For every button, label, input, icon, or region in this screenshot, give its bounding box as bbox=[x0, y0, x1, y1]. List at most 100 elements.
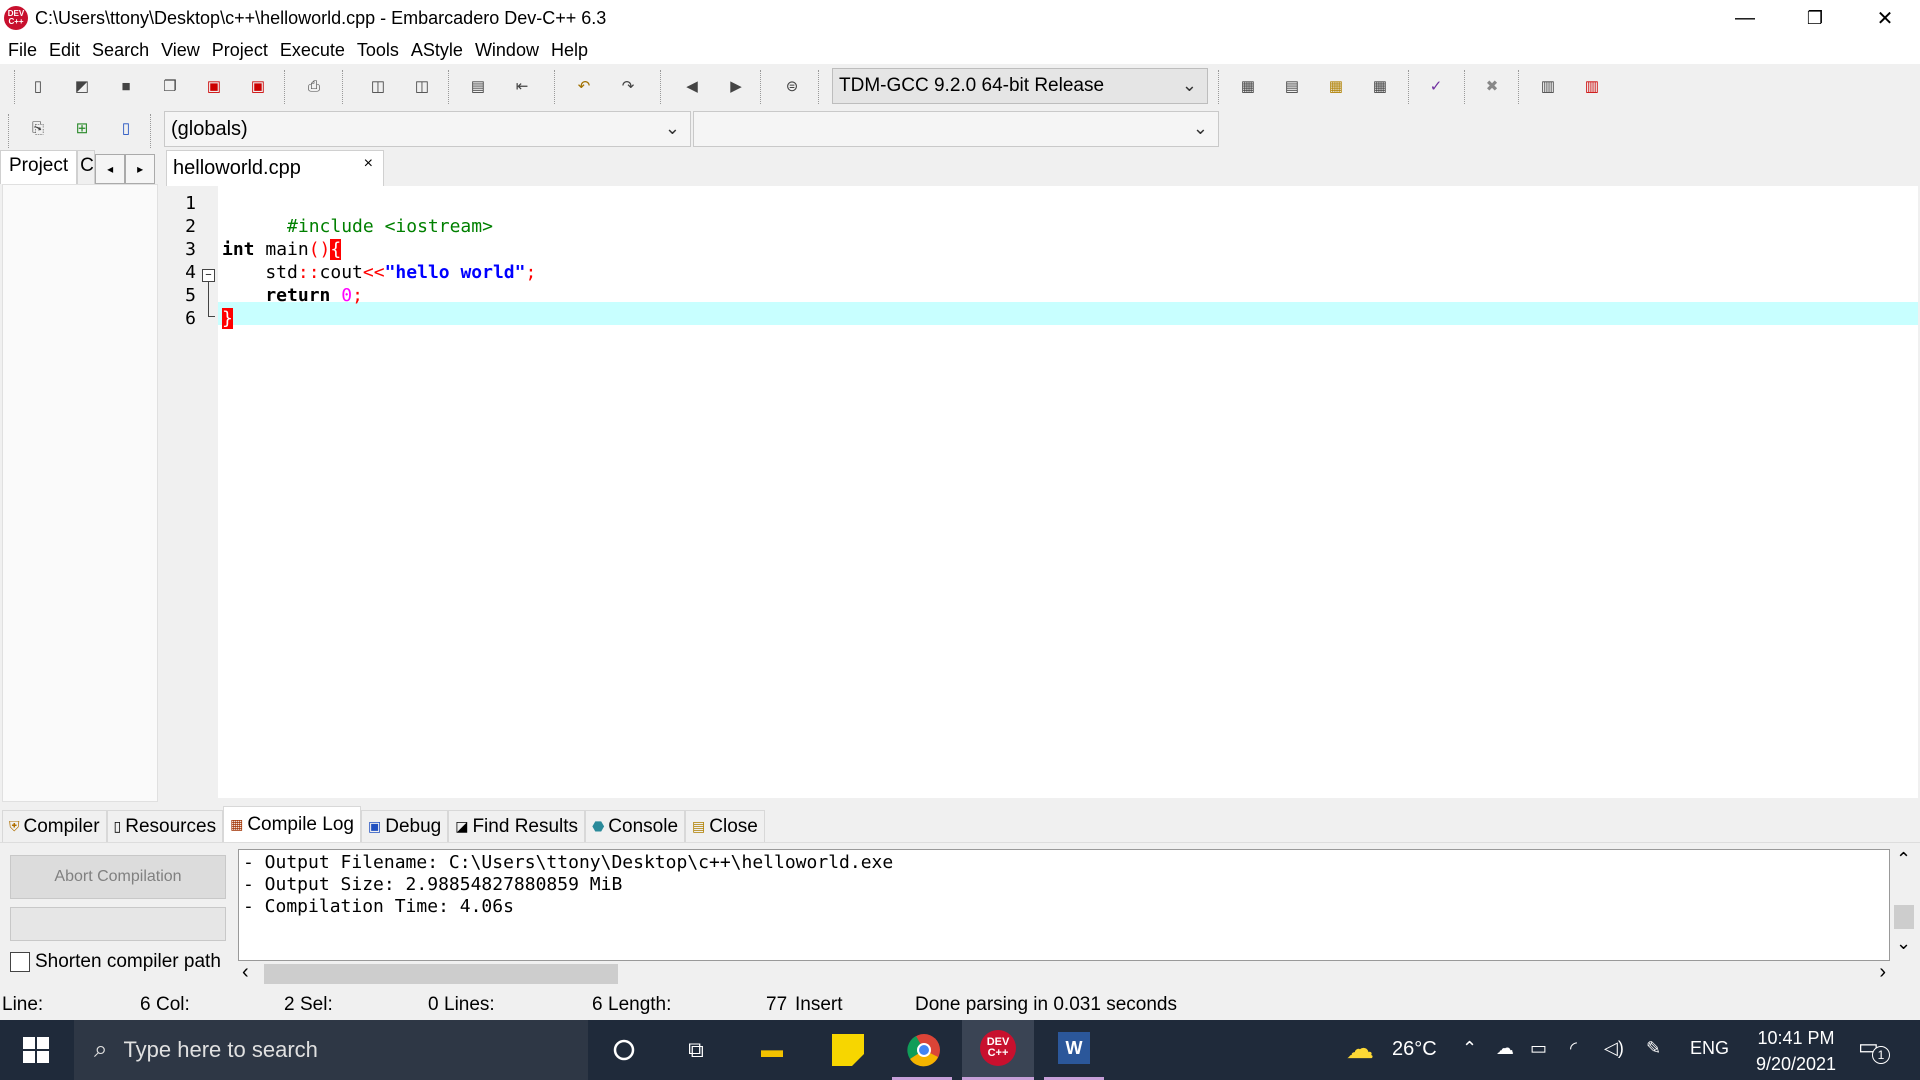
menu-astyle[interactable]: AStyle bbox=[405, 40, 469, 61]
rebuild-all-icon[interactable]: ▦ bbox=[1370, 76, 1390, 96]
compile-log-output[interactable]: - Output Filename: C:\Users\ttony\Deskto… bbox=[238, 849, 1890, 961]
new-project-icon[interactable]: ⎘ bbox=[28, 118, 48, 138]
scroll-down-icon[interactable]: ⌄ bbox=[1896, 933, 1911, 954]
tab-close[interactable]: ▤ Close bbox=[685, 810, 765, 842]
status-sel-label: Sel: bbox=[300, 994, 333, 1015]
save-all-icon[interactable]: ❐ bbox=[160, 76, 180, 96]
replace-icon[interactable]: ◫ bbox=[412, 76, 432, 96]
delete-profile-icon[interactable]: ▥ bbox=[1582, 76, 1602, 96]
find-icon[interactable]: ◫ bbox=[368, 76, 388, 96]
member-select[interactable]: ⌄ bbox=[693, 111, 1219, 147]
new-file-icon[interactable]: ▯ bbox=[28, 76, 48, 96]
tab-next-button[interactable]: ▸ bbox=[125, 154, 156, 184]
goto-line-icon[interactable]: ⊜ bbox=[782, 76, 802, 96]
chrome-icon[interactable] bbox=[904, 1030, 944, 1070]
close-window-button[interactable]: ✕ bbox=[1850, 0, 1920, 36]
taskbar-app-devcpp[interactable]: DEV C++ bbox=[962, 1020, 1034, 1080]
minimize-button[interactable]: — bbox=[1710, 0, 1780, 36]
horizontal-scrollbar[interactable]: ‹ › bbox=[238, 961, 1890, 985]
clock-time[interactable]: 10:41 PM bbox=[1750, 1028, 1842, 1049]
tab-helloworld-cpp[interactable]: helloworld.cpp × bbox=[166, 150, 384, 186]
remove-from-project-icon[interactable]: ▯ bbox=[116, 118, 136, 138]
operator: ; bbox=[525, 262, 537, 283]
close-file-icon[interactable]: ▣ bbox=[204, 76, 224, 96]
scroll-up-icon[interactable]: ⌃ bbox=[1896, 849, 1911, 870]
unindent-icon[interactable]: ⇤ bbox=[512, 76, 532, 96]
code-editor[interactable]: #include <iostream> int main(){ std::cou… bbox=[218, 186, 1918, 798]
tab-label: Compile Log bbox=[247, 813, 354, 835]
abort-compilation-button[interactable]: Abort Compilation bbox=[10, 855, 226, 899]
redo-icon[interactable]: ↷ bbox=[618, 76, 638, 96]
scroll-thumb[interactable] bbox=[1894, 905, 1914, 929]
tab-prev-button[interactable]: ◂ bbox=[95, 154, 126, 184]
vertical-scrollbar[interactable]: ⌃ ⌄ bbox=[1892, 849, 1916, 961]
restore-button[interactable]: ❐ bbox=[1780, 0, 1850, 36]
toolbar-separator bbox=[818, 70, 820, 104]
menu-tools[interactable]: Tools bbox=[351, 40, 405, 61]
tab-compiler[interactable]: ⛨ Compiler bbox=[2, 810, 107, 842]
open-file-icon[interactable]: ◩ bbox=[72, 76, 92, 96]
file-explorer-icon[interactable]: ▬ bbox=[752, 1030, 792, 1070]
fold-collapse-icon[interactable]: − bbox=[202, 269, 215, 282]
tab-find-results[interactable]: ◪ Find Results bbox=[448, 810, 586, 842]
shorten-path-checkbox[interactable] bbox=[10, 952, 30, 972]
close-tab-icon[interactable]: × bbox=[364, 155, 373, 173]
battery-icon[interactable]: ▭ bbox=[1530, 1038, 1547, 1059]
language-indicator[interactable]: ENG bbox=[1690, 1038, 1729, 1059]
print-icon[interactable]: ⎙ bbox=[304, 76, 324, 96]
bookmark-prev-icon[interactable]: ◀ bbox=[682, 76, 702, 96]
menu-search[interactable]: Search bbox=[86, 40, 155, 61]
word-icon[interactable]: W bbox=[1058, 1032, 1090, 1064]
menu-view[interactable]: View bbox=[155, 40, 206, 61]
undo-icon[interactable]: ↶ bbox=[574, 76, 594, 96]
menu-edit[interactable]: Edit bbox=[43, 40, 86, 61]
task-view-icon[interactable]: ⧉ bbox=[676, 1030, 716, 1070]
weather-temperature[interactable]: 26°C bbox=[1392, 1038, 1437, 1061]
shorten-path-option[interactable]: Shorten compiler path bbox=[10, 951, 228, 973]
profile-icon[interactable]: ▥ bbox=[1538, 76, 1558, 96]
scroll-thumb[interactable] bbox=[264, 964, 618, 984]
project-tree[interactable] bbox=[2, 184, 158, 802]
clock-date[interactable]: 9/20/2021 bbox=[1744, 1054, 1848, 1075]
debug-icon: ▣ bbox=[367, 818, 382, 834]
cortana-icon[interactable] bbox=[604, 1030, 644, 1070]
tab-project[interactable]: Project bbox=[0, 150, 78, 184]
compile-run-icon[interactable]: ▦ bbox=[1326, 76, 1346, 96]
save-icon[interactable]: ■ bbox=[116, 76, 136, 96]
add-to-project-icon[interactable]: ⊞ bbox=[72, 118, 92, 138]
menu-project[interactable]: Project bbox=[206, 40, 274, 61]
wifi-icon[interactable]: ◜ bbox=[1570, 1038, 1577, 1059]
tab-classes[interactable]: C bbox=[77, 150, 96, 184]
tab-console[interactable]: ⬣ Console bbox=[585, 810, 686, 842]
close-all-icon[interactable]: ▣ bbox=[248, 76, 268, 96]
syntax-check-icon[interactable]: ✓ bbox=[1426, 76, 1446, 96]
toolbar-separator bbox=[342, 70, 344, 104]
run-icon[interactable]: ▤ bbox=[1282, 76, 1302, 96]
scroll-left-icon[interactable]: ‹ bbox=[242, 961, 249, 984]
windows-start-icon[interactable] bbox=[16, 1030, 56, 1070]
notification-icon[interactable]: ▭ 1 bbox=[1858, 1034, 1890, 1064]
indent-icon[interactable]: ▤ bbox=[468, 76, 488, 96]
menu-help[interactable]: Help bbox=[545, 40, 594, 61]
toolbar-separator bbox=[1518, 70, 1520, 104]
tab-label: Debug bbox=[385, 815, 442, 837]
stop-execution-icon[interactable]: ✖ bbox=[1482, 76, 1502, 96]
bookmark-next-icon[interactable]: ▶ bbox=[726, 76, 746, 96]
onedrive-icon[interactable]: ☁ bbox=[1496, 1038, 1514, 1059]
tab-debug[interactable]: ▣ Debug bbox=[360, 810, 449, 842]
volume-icon[interactable]: ◁) bbox=[1604, 1038, 1624, 1059]
menu-file[interactable]: File bbox=[2, 40, 43, 61]
tab-resources[interactable]: ▯ Resources bbox=[106, 810, 224, 842]
menu-execute[interactable]: Execute bbox=[274, 40, 351, 61]
pen-icon[interactable]: ✎ bbox=[1646, 1038, 1661, 1059]
taskbar-search-box[interactable]: ⌕ Type here to search bbox=[74, 1020, 588, 1080]
menu-window[interactable]: Window bbox=[469, 40, 545, 61]
sticky-notes-icon[interactable] bbox=[828, 1030, 868, 1070]
scroll-right-icon[interactable]: › bbox=[1879, 961, 1886, 984]
compile-icon[interactable]: ▦ bbox=[1238, 76, 1258, 96]
compiler-select[interactable]: TDM-GCC 9.2.0 64-bit Release ⌄ bbox=[832, 68, 1208, 104]
class-select[interactable]: (globals) ⌄ bbox=[164, 111, 691, 147]
weather-icon[interactable]: ☁ bbox=[1346, 1032, 1374, 1065]
tab-compile-log[interactable]: ▦ Compile Log bbox=[223, 806, 361, 842]
chevron-up-icon[interactable]: ⌃ bbox=[1462, 1038, 1477, 1059]
